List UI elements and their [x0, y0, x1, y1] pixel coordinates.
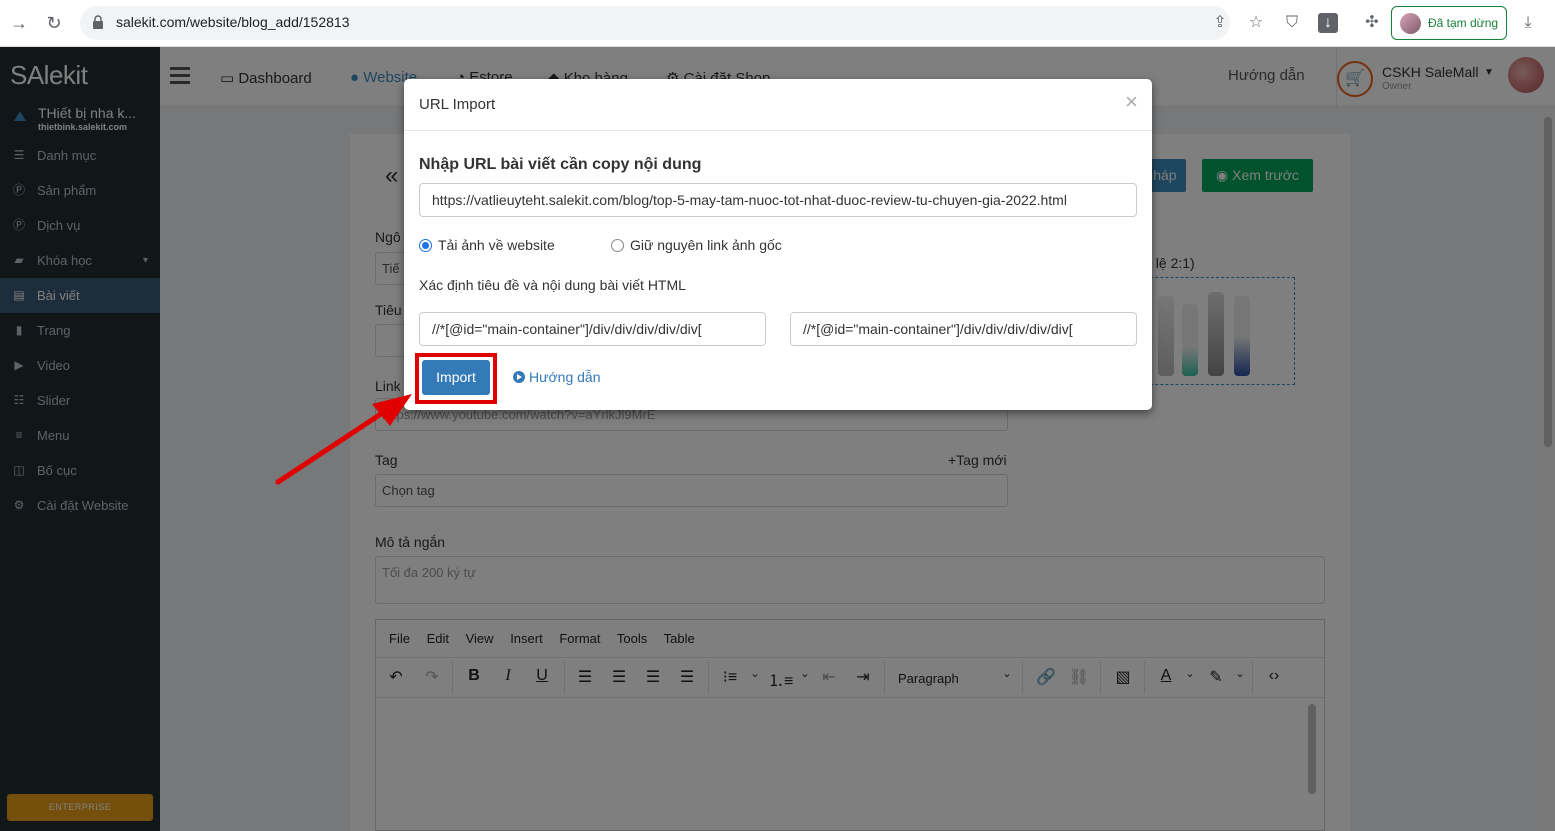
- radio-download-images[interactable]: Tải ảnh về website: [419, 237, 555, 253]
- xpath-content-input[interactable]: //*[@id="main-container"]/div/div/div/di…: [790, 312, 1137, 346]
- forward-icon[interactable]: →: [8, 12, 30, 34]
- downloads-icon[interactable]: ⤓: [1518, 13, 1538, 33]
- play-icon: [513, 371, 525, 383]
- url-import-modal: URL Import × Nhập URL bài viết cần copy …: [404, 79, 1152, 410]
- reload-icon[interactable]: ↻: [43, 12, 65, 34]
- lock-icon: [93, 15, 103, 29]
- browser-toolbar: → ↻ salekit.com/website/blog_add/152813 …: [0, 0, 1555, 47]
- modal-title: URL Import: [419, 96, 496, 113]
- shield-icon[interactable]: ⛉: [1282, 13, 1302, 33]
- guide-label: Hướng dẫn: [529, 369, 601, 385]
- profile-paused-button[interactable]: Đã tạm dừng: [1391, 6, 1507, 40]
- radio-keep-image-links[interactable]: Giữ nguyên link ảnh gốc: [611, 237, 782, 253]
- xpath-title-input[interactable]: //*[@id="main-container"]/div/div/div/di…: [419, 312, 766, 346]
- url-text: salekit.com/website/blog_add/152813: [116, 14, 350, 30]
- radio-label: Tải ảnh về website: [438, 237, 555, 253]
- modal-header: URL Import ×: [404, 79, 1152, 131]
- star-icon[interactable]: ☆: [1246, 13, 1266, 33]
- profile-avatar: [1400, 13, 1421, 34]
- share-icon[interactable]: ⇪: [1210, 13, 1230, 33]
- address-bar[interactable]: salekit.com/website/blog_add/152813: [80, 6, 1230, 40]
- radio-checked-icon: [419, 239, 432, 252]
- download-ext-icon[interactable]: ↓: [1318, 13, 1338, 33]
- xpath-label: Xác định tiêu đề và nội dung bài viết HT…: [419, 277, 686, 293]
- close-icon[interactable]: ×: [1125, 89, 1138, 115]
- url-label: Nhập URL bài viết cần copy nội dung: [419, 156, 702, 173]
- guide-link[interactable]: Hướng dẫn: [513, 369, 600, 385]
- url-input[interactable]: https://vatlieuyteht.salekit.com/blog/to…: [419, 183, 1137, 217]
- paused-label: Đã tạm dừng: [1428, 16, 1499, 30]
- radio-label: Giữ nguyên link ảnh gốc: [630, 237, 782, 253]
- import-button[interactable]: Import: [422, 360, 490, 395]
- radio-unchecked-icon: [611, 239, 624, 252]
- puzzle-icon[interactable]: ✣: [1362, 13, 1382, 33]
